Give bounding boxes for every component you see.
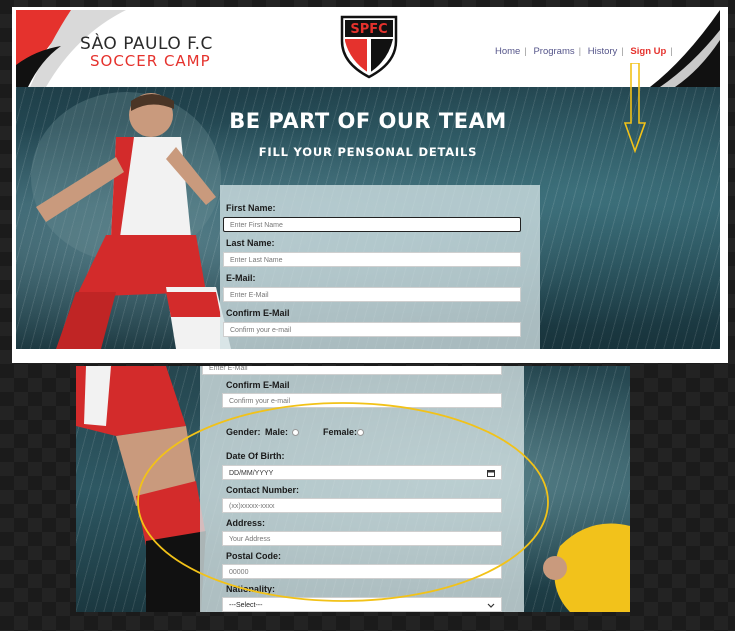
hero-title: BE PART OF OUR TEAM [229, 109, 507, 133]
contact-input[interactable]: (xx)xxxxx-xxxx [222, 498, 502, 513]
contact-label: Contact Number: [226, 485, 300, 495]
confirm-email-input[interactable]: Confirm your e-mail [223, 322, 521, 337]
email-label: E-Mail: [226, 273, 256, 283]
confirm-email-label: Confirm E-Mail [226, 308, 290, 318]
nav-home[interactable]: Home [491, 46, 524, 57]
gender-label: Gender: [226, 427, 261, 437]
gender-male-option[interactable]: Male: [265, 427, 300, 437]
male-label: Male: [265, 427, 289, 437]
female-radio[interactable] [357, 429, 365, 437]
opponent-player-image [543, 523, 630, 612]
address-input[interactable]: Your Address [222, 531, 502, 546]
nationality-label: Nationality: [226, 584, 276, 594]
brand-title: SÀO PAULO F.C [80, 34, 213, 54]
gender-female-option[interactable]: Female: [323, 427, 365, 437]
nav-history[interactable]: History [584, 46, 622, 57]
dob-placeholder: DD/MM/YYYY [229, 470, 274, 477]
nationality-selected-value: ---Select--- [229, 602, 263, 609]
signup-form: First Name: Enter First Name Last Name: … [220, 185, 540, 349]
confirm-email-label: Confirm E-Mail [226, 380, 290, 390]
calendar-icon[interactable] [487, 469, 495, 477]
spfc-crest-logo[interactable]: SPFC [338, 15, 400, 79]
last-name-input[interactable]: Enter Last Name [223, 252, 521, 267]
first-name-input[interactable]: Enter First Name [223, 217, 521, 232]
postal-code-label: Postal Code: [226, 551, 282, 561]
last-name-label: Last Name: [226, 238, 275, 248]
nationality-select[interactable]: ---Select--- [222, 597, 502, 612]
top-screenshot: SÀO PAULO F.C SOCCER CAMP SPFC Home | Pro… [12, 7, 728, 363]
crest-text: SPFC [350, 22, 387, 37]
male-radio[interactable] [292, 429, 300, 437]
nav-programs[interactable]: Programs [529, 46, 578, 57]
dob-input[interactable]: DD/MM/YYYY [222, 465, 502, 480]
signup-form-continued: Enter E-Mail Confirm E-Mail Confirm your… [200, 366, 524, 612]
postal-code-input[interactable]: 00000 [222, 564, 502, 579]
down-arrow-annotation-icon [624, 63, 646, 153]
hero-section: BE PART OF OUR TEAM FILL YOUR PENSONAL D… [16, 87, 720, 349]
female-label: Female: [323, 427, 358, 437]
confirm-email-input[interactable]: Confirm your e-mail [222, 393, 502, 408]
brand-subtitle: SOCCER CAMP [90, 52, 211, 70]
address-label: Address: [226, 518, 266, 528]
chevron-down-icon[interactable] [487, 603, 495, 609]
email-input[interactable]: Enter E-Mail [223, 287, 521, 302]
email-input[interactable]: Enter E-Mail [202, 366, 502, 375]
first-name-label: First Name: [226, 203, 276, 213]
hero-subtitle: FILL YOUR PENSONAL DETAILS [258, 145, 478, 159]
bottom-screenshot: Enter E-Mail Confirm E-Mail Confirm your… [76, 366, 630, 612]
site-header: SÀO PAULO F.C SOCCER CAMP SPFC Home | Pro… [16, 10, 720, 87]
dob-label: Date Of Birth: [226, 451, 285, 461]
